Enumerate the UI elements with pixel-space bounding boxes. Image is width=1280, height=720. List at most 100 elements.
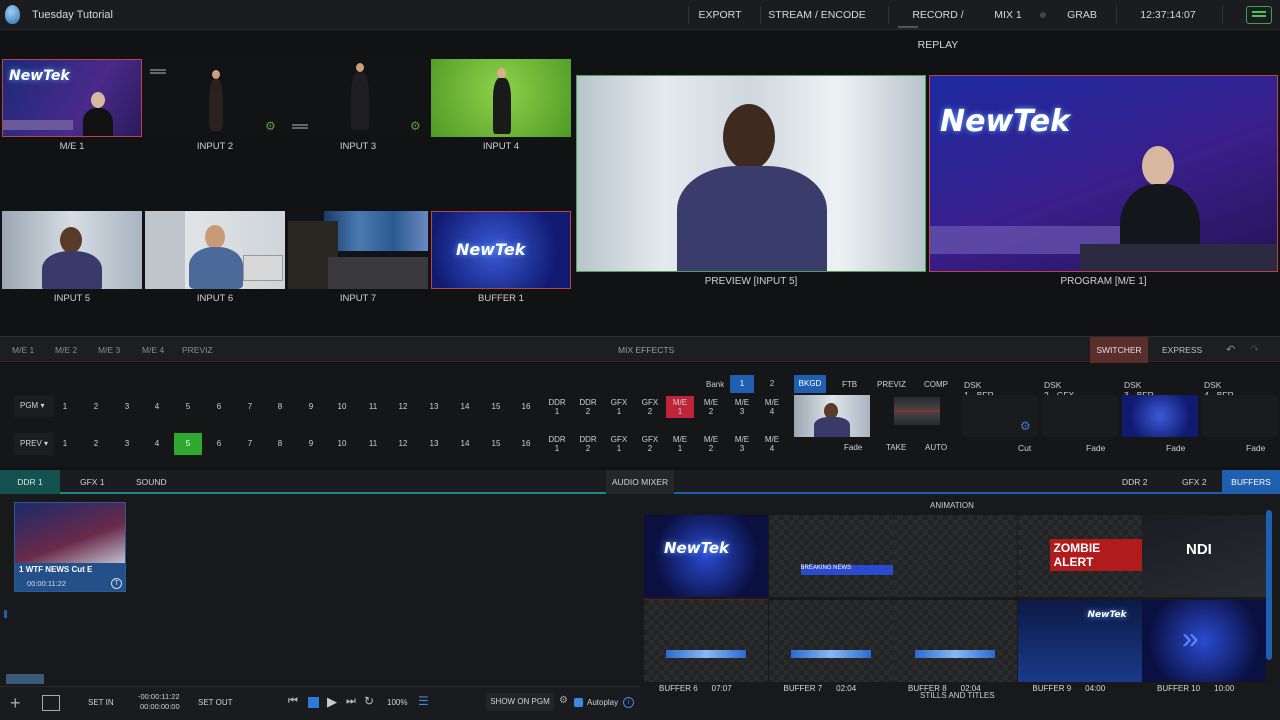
prev-source-button[interactable]: DDR 1 <box>543 433 571 455</box>
dsk-fade-button[interactable]: Fade <box>1086 443 1105 453</box>
prev-input-button[interactable]: 4 <box>143 433 171 455</box>
take-button[interactable]: TAKE <box>886 443 906 452</box>
prev-input-button[interactable]: 3 <box>113 433 141 455</box>
pgm-input-button[interactable]: 16 <box>512 396 540 418</box>
prev-input-button[interactable]: 8 <box>266 433 294 455</box>
pgm-source-button[interactable]: DDR 2 <box>574 396 602 418</box>
monitor-input3[interactable]: ⚙ <box>288 59 428 137</box>
pgm-source-button[interactable]: GFX 1 <box>605 396 633 418</box>
gear-icon[interactable]: ⚙ <box>265 119 276 133</box>
gear-icon[interactable]: ⚙ <box>410 119 421 133</box>
pgm-input-button[interactable]: 15 <box>482 396 510 418</box>
tab-ddr1[interactable]: DDR 1 <box>0 470 60 494</box>
pgm-input-button[interactable]: 13 <box>420 396 448 418</box>
pgm-source-button[interactable]: M/E 2 <box>697 396 725 418</box>
monitor-input6[interactable] <box>145 211 285 289</box>
prev-input-button[interactable]: 1 <box>51 433 79 455</box>
grab-button[interactable]: GRAB <box>1062 0 1102 30</box>
pgm-input-button[interactable]: 6 <box>205 396 233 418</box>
gear-icon[interactable]: ⚙ <box>1020 419 1031 433</box>
info-icon[interactable]: i <box>623 697 634 708</box>
pgm-input-button[interactable]: 3 <box>113 396 141 418</box>
monitor-input7[interactable] <box>288 211 428 289</box>
tab-previz[interactable]: PREVIZ <box>182 345 213 355</box>
buffer-thumbnail[interactable]: NDI <box>1142 515 1266 597</box>
notifications-icon[interactable] <box>1246 6 1272 24</box>
tab-gfx2[interactable]: GFX 2 <box>1182 477 1207 487</box>
prev-source-button[interactable]: M/E 1 <box>666 433 694 455</box>
pgm-source-button[interactable]: M/E 1 <box>666 396 694 418</box>
mix-output-button[interactable]: MIX 1 <box>988 0 1028 30</box>
tab-sound[interactable]: SOUND <box>136 477 167 487</box>
set-out-button[interactable]: SET OUT <box>198 698 233 707</box>
prev-input-button[interactable]: 5 <box>174 433 202 455</box>
play-icon[interactable]: ▶ <box>327 694 337 710</box>
prev-row-selector[interactable]: PREV ▾ <box>14 433 54 455</box>
redo-icon[interactable]: ↷ <box>1250 343 1259 356</box>
pgm-input-button[interactable]: 8 <box>266 396 294 418</box>
pgm-source-button[interactable]: DDR 1 <box>543 396 571 418</box>
prev-input-button[interactable]: 11 <box>359 433 387 455</box>
prev-input-button[interactable]: 16 <box>512 433 540 455</box>
prev-source-button[interactable]: M/E 2 <box>697 433 725 455</box>
program-monitor[interactable]: NewTek <box>929 75 1278 272</box>
autoplay-checkbox[interactable] <box>574 698 583 707</box>
show-on-pgm-button[interactable]: SHOW ON PGM <box>486 693 554 711</box>
buffer-thumbnail[interactable] <box>893 600 1017 682</box>
monitor-buffer1[interactable]: NewTek <box>431 211 571 289</box>
tab-ddr2[interactable]: DDR 2 <box>1122 477 1148 487</box>
prev-input-button[interactable]: 15 <box>482 433 510 455</box>
pgm-source-button[interactable]: GFX 2 <box>636 396 664 418</box>
monitor-input5[interactable] <box>2 211 142 289</box>
prev-input-button[interactable]: 6 <box>205 433 233 455</box>
pgm-source-button[interactable]: M/E 4 <box>758 396 786 418</box>
preview-monitor[interactable] <box>576 75 926 272</box>
undo-icon[interactable]: ↶ <box>1226 343 1235 356</box>
next-icon[interactable]: ⏭ <box>346 695 356 708</box>
dsk-fade-button[interactable]: Fade <box>1166 443 1185 453</box>
ftb-button[interactable]: FTB <box>842 380 857 389</box>
prev-input-button[interactable]: 7 <box>236 433 264 455</box>
t-bar[interactable] <box>894 397 940 425</box>
previz-button[interactable]: PREVIZ <box>877 380 906 389</box>
monitor-input2[interactable]: ⚙ <box>145 59 285 137</box>
prev-input-button[interactable]: 12 <box>389 433 417 455</box>
buffer-thumbnail[interactable]: ZOMBIE ALERT <box>1017 515 1142 597</box>
stream-encode-button[interactable]: STREAM / ENCODE <box>766 0 868 30</box>
pgm-input-button[interactable]: 1 <box>51 396 79 418</box>
bank-1-button[interactable]: 1 <box>730 375 754 393</box>
pgm-input-button[interactable]: 4 <box>143 396 171 418</box>
pgm-input-button[interactable]: 14 <box>451 396 479 418</box>
stop-icon[interactable] <box>308 697 319 708</box>
dsk-fade-button[interactable]: Fade <box>1246 443 1265 453</box>
tab-me1[interactable]: M/E 1 <box>12 345 34 355</box>
set-in-button[interactable]: SET IN <box>88 698 114 707</box>
prev-source-button[interactable]: M/E 4 <box>758 433 786 455</box>
monitor-me1[interactable]: NewTek <box>2 59 142 137</box>
bkgd-fade-button[interactable]: Fade <box>844 443 862 452</box>
loop-icon[interactable]: ↻ <box>364 694 374 708</box>
pgm-input-button[interactable]: 10 <box>328 396 356 418</box>
add-media-icon[interactable]: + <box>10 693 21 714</box>
prev-input-button[interactable]: 14 <box>451 433 479 455</box>
prev-source-button[interactable]: M/E 3 <box>728 433 756 455</box>
buffer-thumbnail[interactable] <box>644 600 768 682</box>
edit-icon[interactable] <box>42 695 60 711</box>
pgm-input-button[interactable]: 9 <box>297 396 325 418</box>
previous-icon[interactable]: ⏮ <box>288 695 298 708</box>
pgm-input-button[interactable]: 2 <box>82 396 110 418</box>
buffer-thumbnail[interactable] <box>893 515 1017 597</box>
prev-source-button[interactable]: GFX 2 <box>636 433 664 455</box>
zoom-level[interactable]: 100% <box>387 698 407 707</box>
pgm-source-button[interactable]: M/E 3 <box>728 396 756 418</box>
monitor-input4[interactable] <box>431 59 571 137</box>
prev-source-button[interactable]: GFX 1 <box>605 433 633 455</box>
pgm-row-selector[interactable]: PGM ▾ <box>14 395 54 417</box>
tab-express[interactable]: EXPRESS <box>1162 345 1202 355</box>
prev-input-button[interactable]: 9 <box>297 433 325 455</box>
buffer-thumbnail[interactable]: NewTek <box>1017 600 1142 682</box>
ddr-clip[interactable]: 1 WTF NEWS Cut E 00:00:11:22 T <box>14 502 126 592</box>
prev-input-button[interactable]: 13 <box>420 433 448 455</box>
buffer-thumbnail[interactable]: NewTek <box>644 515 768 597</box>
timer-icon[interactable]: T <box>111 578 122 589</box>
